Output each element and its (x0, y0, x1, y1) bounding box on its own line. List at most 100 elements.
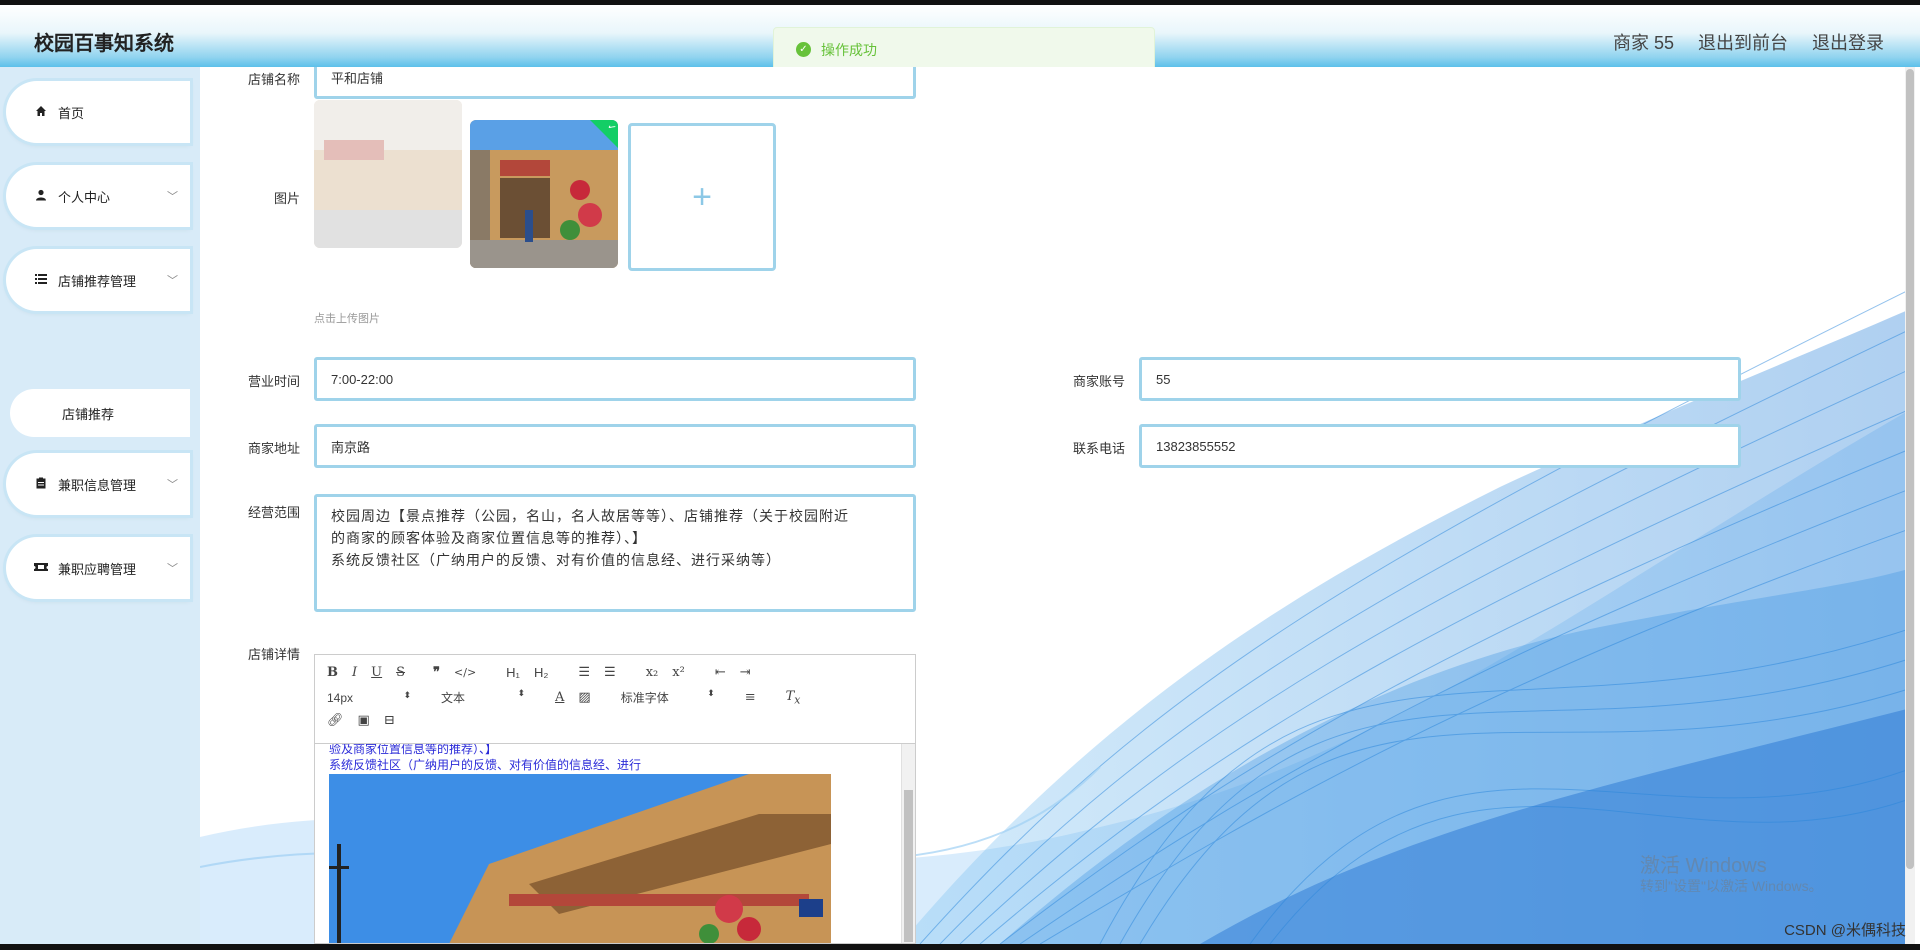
editor-content[interactable]: 验及商家位置信息等的推荐）、】 系统反馈社区（广纳用户的反馈、对有价值的信息经、… (315, 743, 915, 943)
editor-toolbar-row-1: B I U S ❞ </> H₁ H₂ ☰ ☰ x₂ x² ⇤ ⇥ (327, 665, 765, 680)
editor-text-line: 系统反馈社区（广纳用户的反馈、对有价值的信息经、进行 (329, 758, 642, 772)
image-insert-icon[interactable]: ▣ (358, 713, 370, 728)
csdn-credit: CSDN @米偶科技 (1784, 922, 1906, 939)
scope-line: 系统反馈社区（广纳用户的反馈、对有价值的信息经、进行采纳等） (331, 552, 781, 568)
scope-label: 经营范围 (247, 505, 300, 520)
sidebar-item-parttime-info-mgmt[interactable]: 兼职信息管理 ﹀ (6, 453, 190, 515)
sidebar-item-profile[interactable]: 个人中心 ﹀ (6, 165, 190, 227)
sidebar-item-label: 兼职应聘管理 (58, 561, 137, 577)
plus-icon: + (692, 177, 712, 216)
sidebar-item-label: 首页 (58, 105, 85, 121)
storefront-photo (470, 120, 618, 268)
bullet-list-icon[interactable]: ☰ (604, 665, 616, 680)
indent-icon[interactable]: ⇥ (740, 665, 751, 680)
upload-hint: 点击上传图片 (314, 313, 380, 325)
sidebar-item-label: 店铺推荐管理 (58, 273, 137, 289)
toast-message: 操作成功 (821, 41, 877, 58)
address-input[interactable]: 南京路 (314, 424, 916, 468)
code-block-icon[interactable]: </> (454, 666, 476, 679)
outdent-icon[interactable]: ⇤ (715, 665, 726, 680)
image-thumbnail-fading[interactable] (314, 100, 462, 248)
editor-toolbar-row-2: 14px ⬍ 文本 ⬍ A ▨ 标准字体 ⬍ ≡ Tx (327, 688, 814, 707)
heading1-icon[interactable]: H₁ (506, 665, 520, 680)
page-scrollbar-thumb[interactable] (1906, 69, 1914, 869)
scope-line: 校园周边【景点推荐（公园，名山，名人故居等等）、店铺推荐（关于校园附近 (331, 508, 849, 524)
chevron-down-icon: ﹀ (167, 563, 178, 575)
hours-label: 营业时间 (247, 374, 300, 389)
scope-line: 的商家的顾客体验及商家位置信息等的推荐）、】 (331, 530, 647, 546)
ticket-icon (34, 561, 48, 576)
sidebar: 首页 个人中心 ﹀ 店铺推荐管理 ﹀ 店铺推荐 兼职信息管理 ﹀ 兼职应聘管理 … (0, 67, 200, 944)
user-name: 商家 55 (1612, 33, 1674, 53)
phone-input[interactable]: 13823855552 (1139, 424, 1741, 468)
account-input[interactable]: 55 (1139, 357, 1741, 401)
sidebar-item-shop-recommend-mgmt[interactable]: 店铺推荐管理 ﹀ (6, 249, 190, 311)
shop-name-input[interactable]: 平和店铺 (314, 67, 916, 99)
editor-text-line: 验及商家位置信息等的推荐）、】 (329, 743, 498, 756)
image-upload-button[interactable]: + (628, 123, 776, 271)
success-toast: ✓ 操作成功 (773, 27, 1155, 72)
list-icon (34, 273, 48, 288)
activate-windows-title: 激活 Windows (1640, 855, 1767, 877)
editor-scrollbar-thumb[interactable] (904, 790, 913, 942)
editor-embedded-photo[interactable] (329, 774, 831, 943)
select-arrows-icon: ⬍ (403, 689, 411, 700)
address-label: 商家地址 (247, 441, 300, 456)
heading2-icon[interactable]: H₂ (534, 665, 548, 680)
header-actions: 商家 55 退出到前台 退出登录 (1613, 29, 1884, 55)
image-thumbnail-uploaded[interactable]: ✓ (470, 120, 618, 268)
sidebar-subitem-label: 店铺推荐 (62, 406, 115, 422)
sidebar-item-label: 个人中心 (58, 189, 111, 205)
clipboard-icon (34, 477, 48, 492)
background-color-icon[interactable]: ▨ (578, 690, 590, 705)
user-icon (34, 189, 48, 204)
font-family-value: 标准字体 (620, 691, 669, 706)
block-type-value: 文本 (441, 691, 466, 706)
blockquote-icon[interactable]: ❞ (433, 665, 440, 680)
font-size-value: 14px (327, 690, 354, 705)
strikethrough-icon[interactable]: S (396, 665, 405, 680)
scope-textarea[interactable]: 校园周边【景点推荐（公园，名山，名人故居等等）、店铺推荐（关于校园附近 的商家的… (314, 494, 916, 612)
hours-input[interactable]: 7:00-22:00 (314, 357, 916, 401)
main-content: 店铺名称 平和店铺 图片 ✓ + 点击上传图片 营业时间 7:00-22:00 … (200, 67, 1915, 944)
exit-to-frontend-link[interactable]: 退出到前台 (1698, 29, 1788, 55)
activate-windows-subtitle: 转到"设置"以激活 Windows。 (1640, 878, 1823, 894)
font-color-icon[interactable]: A (555, 690, 564, 705)
chevron-down-icon: ﹀ (167, 479, 178, 491)
chevron-down-icon: ﹀ (167, 191, 178, 203)
video-insert-icon[interactable]: ⊟ (384, 713, 395, 728)
sidebar-item-parttime-apply-mgmt[interactable]: 兼职应聘管理 ﹀ (6, 537, 190, 599)
sidebar-item-label: 兼职信息管理 (58, 477, 137, 493)
select-arrows-icon: ⬍ (707, 688, 715, 699)
screen-bottom-border (0, 944, 1920, 950)
shop-name-label: 店铺名称 (247, 72, 300, 87)
underline-icon[interactable]: U (371, 665, 382, 680)
detail-label: 店铺详情 (247, 647, 300, 662)
sidebar-item-home[interactable]: 首页 (6, 81, 190, 143)
clear-format-icon[interactable]: Tx (786, 689, 801, 707)
home-icon (34, 105, 48, 120)
logout-link[interactable]: 退出登录 (1812, 29, 1884, 55)
font-size-select[interactable]: 14px ⬍ (327, 689, 411, 705)
phone-label: 联系电话 (1072, 441, 1125, 456)
superscript-icon[interactable]: x² (672, 665, 685, 680)
link-icon[interactable]: 🔗︎ (327, 713, 344, 728)
ordered-list-icon[interactable]: ☰ (578, 665, 590, 680)
select-arrows-icon: ⬍ (517, 688, 525, 699)
storefront-photo (329, 774, 831, 943)
align-icon[interactable]: ≡ (745, 690, 756, 705)
page-scrollbar[interactable] (1905, 67, 1915, 944)
block-type-select[interactable]: 文本 ⬍ (441, 688, 525, 706)
editor-scrollbar[interactable] (901, 744, 915, 943)
subscript-icon[interactable]: x₂ (646, 665, 659, 680)
chevron-down-icon: ﹀ (167, 275, 178, 287)
sidebar-subitem-shop-recommend[interactable]: 店铺推荐 (10, 389, 190, 437)
rich-text-editor[interactable]: B I U S ❞ </> H₁ H₂ ☰ ☰ x₂ x² ⇤ ⇥ 14px ⬍ … (314, 654, 916, 944)
check-circle-icon: ✓ (796, 42, 811, 57)
italic-icon[interactable]: I (352, 665, 357, 680)
image-label: 图片 (273, 191, 300, 206)
font-family-select[interactable]: 标准字体 ⬍ (620, 688, 715, 706)
app-title: 校园百事知系统 (34, 33, 174, 55)
account-label: 商家账号 (1072, 374, 1125, 389)
bold-icon[interactable]: B (327, 665, 338, 680)
